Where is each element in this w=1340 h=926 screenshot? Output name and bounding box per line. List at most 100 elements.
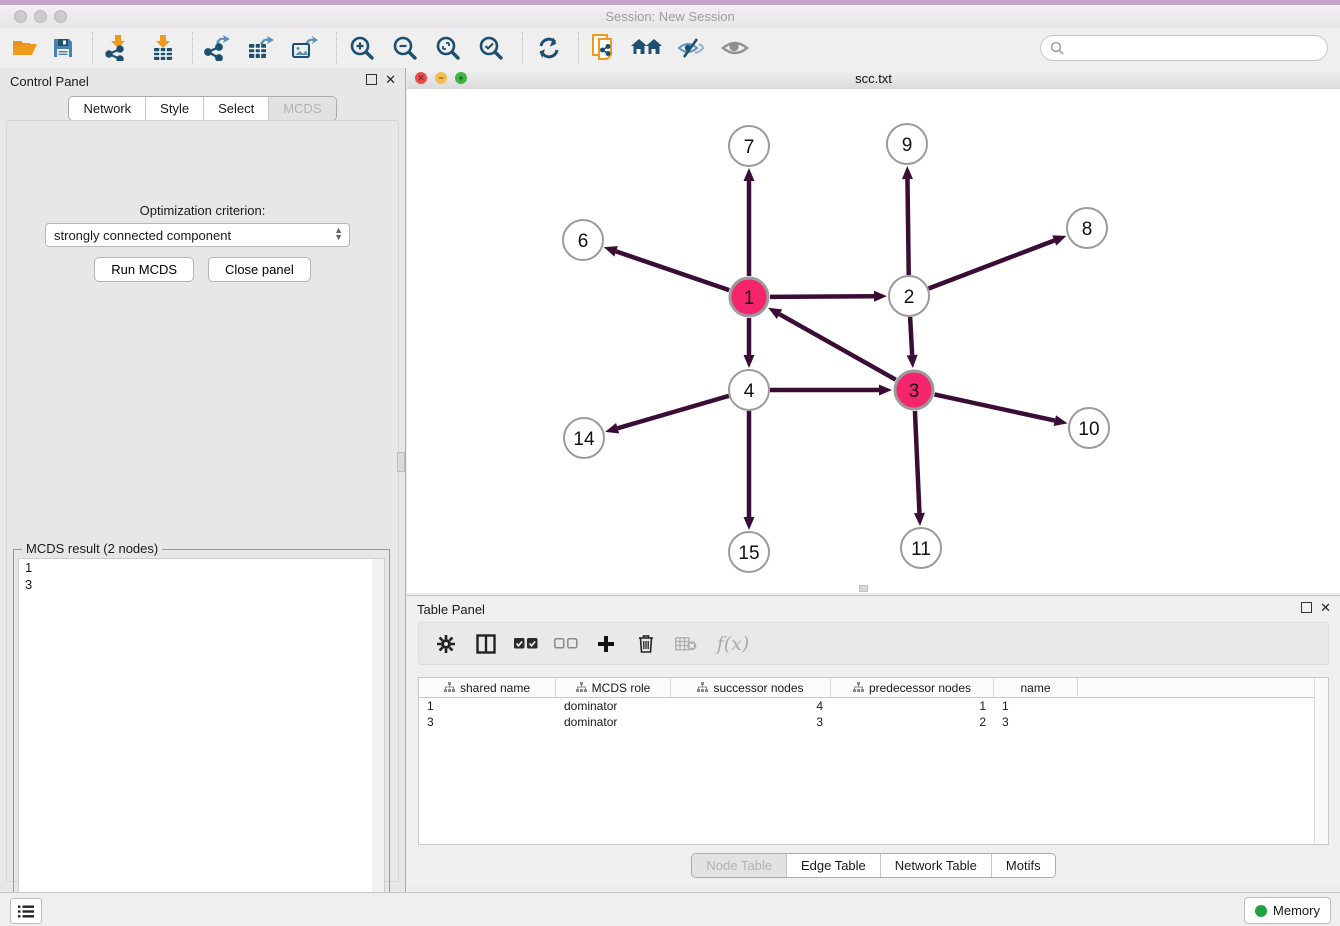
zoom-fit-button[interactable] [431, 32, 465, 64]
double-house-icon [631, 37, 663, 59]
table-cell[interactable]: 3 [671, 714, 831, 730]
table-scrollbar[interactable] [1314, 678, 1328, 844]
edge-3-11[interactable] [915, 411, 920, 513]
delete-table-button[interactable] [673, 631, 699, 657]
network-graph[interactable]: 7968124314101511 [407, 89, 1340, 593]
mcds-result-list[interactable]: 13 [18, 558, 385, 920]
float-panel-icon[interactable] [366, 74, 377, 85]
panel-splitter-handle[interactable] [397, 452, 405, 472]
tab-node-table[interactable]: Node Table [692, 854, 786, 877]
table-cell[interactable]: 2 [831, 714, 994, 730]
memory-button[interactable]: Memory [1244, 897, 1331, 924]
export-table-button[interactable] [244, 32, 278, 64]
zoom-selected-icon [478, 35, 504, 61]
select-all-columns-button[interactable] [513, 631, 539, 657]
canvas-scroll-handle[interactable] [859, 585, 868, 592]
function-builder-button[interactable]: f(x) [713, 631, 753, 657]
run-mcds-button[interactable]: Run MCDS [94, 257, 194, 282]
close-panel-icon[interactable]: ✕ [385, 72, 396, 88]
column-header-predecessor-nodes[interactable]: predecessor nodes [831, 678, 994, 697]
edge-1-2[interactable] [770, 296, 874, 297]
table-cell[interactable]: 4 [671, 698, 831, 714]
table-cell[interactable]: 1 [831, 698, 994, 714]
toolbar-separator [92, 32, 93, 64]
column-header-name[interactable]: name [994, 678, 1078, 697]
close-table-panel-icon[interactable]: ✕ [1320, 600, 1331, 616]
export-image-button[interactable] [288, 32, 322, 64]
control-panel-tabs: NetworkStyleSelectMCDS [0, 96, 405, 121]
delete-column-button[interactable] [633, 631, 659, 657]
mcds-result-title: MCDS result (2 nodes) [22, 541, 162, 556]
show-columns-button[interactable] [473, 631, 499, 657]
import-table-button[interactable] [146, 32, 180, 64]
edge-2-3[interactable] [910, 317, 912, 355]
result-scrollbar[interactable] [372, 559, 384, 919]
network-canvas[interactable]: 7968124314101511 [407, 89, 1340, 593]
table-cell[interactable]: 1 [994, 698, 1078, 714]
table-cell[interactable]: 3 [994, 714, 1078, 730]
column-header-successor-nodes[interactable]: successor nodes [671, 678, 831, 697]
edge-2-9[interactable] [907, 179, 908, 275]
tab-mcds[interactable]: MCDS [268, 97, 335, 120]
edge-4-14[interactable] [618, 396, 729, 428]
table-cell[interactable]: 1 [419, 698, 556, 714]
column-header-shared-name[interactable]: shared name [419, 678, 556, 697]
table-cell[interactable]: dominator [556, 698, 671, 714]
zoom-selected-button[interactable] [474, 32, 508, 64]
table-row[interactable]: 1dominator411 [419, 698, 1328, 714]
home-pages-button[interactable] [630, 32, 664, 64]
column-header-MCDS-role[interactable]: MCDS role [556, 678, 671, 697]
edge-1-6[interactable] [616, 251, 729, 290]
node-label-15: 15 [738, 543, 759, 564]
eye-icon [721, 38, 749, 58]
apply-layout-button[interactable] [532, 32, 566, 64]
table-settings-button[interactable] [433, 631, 459, 657]
table-row[interactable]: 3dominator323 [419, 714, 1328, 730]
optimization-criterion-label: Optimization criterion: [7, 203, 398, 218]
network-window-titlebar[interactable]: ✕ − + scc.txt [407, 68, 1340, 90]
tab-motifs[interactable]: Motifs [991, 854, 1055, 877]
open-session-button[interactable] [8, 32, 42, 64]
float-table-panel-icon[interactable] [1301, 602, 1312, 613]
export-network-button[interactable] [200, 32, 234, 64]
import-network-button[interactable] [100, 32, 134, 64]
column-header-label: predecessor nodes [869, 681, 971, 695]
arrowhead-icon [874, 291, 887, 302]
tab-style[interactable]: Style [145, 97, 203, 120]
tab-select[interactable]: Select [203, 97, 268, 120]
table-cell[interactable]: dominator [556, 714, 671, 730]
optimization-criterion-select[interactable]: strongly connected component ▲▼ [45, 223, 350, 247]
close-panel-button[interactable]: Close panel [208, 257, 311, 282]
table-cell[interactable]: 3 [419, 714, 556, 730]
unselect-all-columns-button[interactable] [553, 631, 579, 657]
edge-2-8[interactable] [929, 240, 1055, 288]
node-label-9: 9 [902, 135, 913, 156]
create-column-button[interactable] [593, 631, 619, 657]
tab-network-table[interactable]: Network Table [880, 854, 991, 877]
memory-status-icon [1255, 905, 1267, 917]
zoom-in-button[interactable] [345, 32, 379, 64]
zoom-out-button[interactable] [388, 32, 422, 64]
app-titlebar: Session: New Session [0, 5, 1340, 29]
import-table-icon [152, 35, 174, 61]
edge-3-10[interactable] [935, 394, 1055, 420]
arrowhead-icon [1054, 415, 1068, 426]
list-icon [18, 905, 34, 918]
tab-network[interactable]: Network [69, 97, 145, 120]
clone-network-button[interactable] [588, 32, 622, 64]
search-input[interactable] [1040, 35, 1328, 61]
node-label-6: 6 [578, 231, 589, 252]
control-panel-title: Control Panel [10, 74, 89, 89]
checked-boxes-icon [514, 638, 538, 650]
hide-view-button[interactable] [674, 32, 708, 64]
task-history-button[interactable] [10, 898, 42, 924]
save-session-button[interactable] [46, 32, 80, 64]
node-label-7: 7 [744, 137, 755, 158]
app-title: Session: New Session [0, 9, 1340, 24]
hierarchy-icon [444, 682, 455, 693]
edge-3-1[interactable] [779, 314, 895, 380]
table-panel: Table Panel ✕ [407, 595, 1340, 886]
show-view-button[interactable] [718, 32, 752, 64]
arrowhead-icon [902, 166, 913, 179]
tab-edge-table[interactable]: Edge Table [786, 854, 880, 877]
